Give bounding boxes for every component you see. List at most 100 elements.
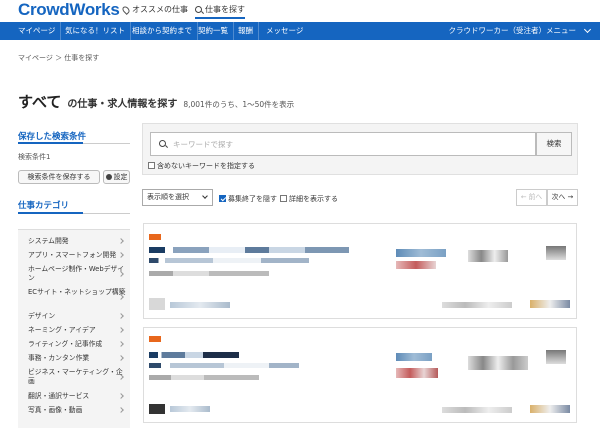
- job-card[interactable]: [143, 327, 577, 423]
- worker-menu[interactable]: クラウドワーカー（受注者）メニュー: [449, 22, 577, 40]
- save-condition-button[interactable]: 検索条件を保存する: [18, 170, 100, 184]
- category-list: システム開発 アプリ・スマートフォン開発 ホームページ制作・Webデザイン EC…: [18, 229, 130, 428]
- find-jobs-link[interactable]: 仕事を探す: [195, 4, 245, 19]
- prev-page-button[interactable]: ← 前へ: [516, 189, 547, 206]
- settings-button[interactable]: 設定: [103, 170, 130, 184]
- show-details-option[interactable]: 詳細を表示する: [280, 194, 338, 204]
- category-item[interactable]: 翻訳・通訳サービス: [28, 392, 126, 401]
- client-avatar-blurred: [149, 298, 165, 310]
- category-label: 写真・画像・動画: [28, 406, 83, 414]
- keyword-search-input[interactable]: [150, 132, 536, 156]
- category-item[interactable]: 事務・カンタン作業: [28, 354, 126, 363]
- category-item[interactable]: ホームページ制作・Webデザイン: [28, 265, 126, 283]
- crowdworks-logo[interactable]: CrowdWorks: [18, 0, 120, 20]
- chevron-right-icon: [118, 355, 124, 361]
- gear-icon: [105, 174, 112, 180]
- nav-mypage[interactable]: マイページ: [13, 22, 62, 40]
- category-item[interactable]: ネーミング・アイデア: [28, 326, 126, 335]
- nav-contracts[interactable]: 契約一覧: [193, 22, 234, 40]
- nav-messages[interactable]: メッセージ: [261, 22, 308, 40]
- settings-label: 設定: [113, 173, 128, 181]
- next-page-button[interactable]: 次へ →: [547, 189, 578, 206]
- chevron-right-icon: [118, 313, 124, 319]
- top-header: CrowdWorks オススメの仕事 仕事を探す: [0, 0, 600, 22]
- saved-conditions-heading: 保存した検索条件: [18, 132, 87, 142]
- job-meta-blurred: [442, 407, 512, 413]
- chevron-right-icon: [118, 252, 124, 258]
- category-item[interactable]: 写真・画像・動画: [28, 406, 126, 415]
- recommended-jobs-label: オススメの仕事: [132, 5, 188, 14]
- category-label: ネーミング・アイデア: [28, 326, 96, 334]
- show-details-checkbox[interactable]: [280, 195, 287, 202]
- hide-closed-label: 募集終了を隠す: [228, 195, 277, 203]
- job-price-blurred: [396, 261, 436, 269]
- exclude-keywords-option[interactable]: 含めないキーワードを指定する: [148, 161, 255, 171]
- category-label: 翻訳・通訳サービス: [28, 392, 90, 400]
- show-details-label: 詳細を表示する: [289, 195, 338, 203]
- breadcrumb: マイページ ＞ 仕事を探す: [18, 54, 100, 62]
- sort-select[interactable]: 表示順を選択: [142, 189, 213, 206]
- category-item[interactable]: ビジネス・マーケティング・企画: [28, 368, 126, 386]
- page-title: すべて の仕事・求人情報を探す 8,001件のうち、1〜50件を表示: [18, 91, 294, 112]
- exclude-keywords-checkbox[interactable]: [148, 162, 155, 169]
- category-label: ライティング・記事作成: [28, 340, 103, 348]
- chevron-down-icon[interactable]: [583, 25, 592, 34]
- result-count: 8,001件のうち、1〜50件を表示: [183, 100, 295, 109]
- job-price-blurred: [396, 368, 438, 378]
- search-icon: [195, 6, 202, 13]
- job-price-blurred: [396, 353, 432, 361]
- chevron-right-icon: [118, 327, 124, 333]
- category-label: ビジネス・マーケティング・企画: [28, 368, 123, 385]
- exclude-keywords-label: 含めないキーワードを指定する: [157, 162, 255, 170]
- job-meta-blurred: [530, 300, 570, 308]
- chevron-right-icon: [118, 238, 124, 244]
- category-label: ECサイト・ネットショップ構築: [28, 288, 126, 296]
- saved-condition-item[interactable]: 検索条件1: [18, 152, 50, 162]
- job-title-blurred: [149, 247, 349, 253]
- sort-select-value: 表示順を選択: [147, 193, 189, 201]
- job-meta-blurred: [149, 271, 269, 276]
- chevron-right-icon: [118, 341, 124, 347]
- job-meta-blurred: [442, 302, 512, 308]
- category-label: アプリ・スマートフォン開発: [28, 251, 117, 259]
- job-info-blurred: [468, 250, 508, 262]
- job-badge: [149, 234, 161, 240]
- client-avatar-blurred: [546, 246, 566, 260]
- chevron-right-icon: [118, 393, 124, 399]
- job-price-blurred: [396, 249, 446, 257]
- nav-consultation[interactable]: 相談から契約まで: [127, 22, 198, 40]
- pin-icon: [121, 4, 131, 15]
- chevron-down-icon: [202, 193, 208, 199]
- search-button[interactable]: 検索: [536, 132, 572, 156]
- page-title-sub: の仕事・求人情報を探す: [67, 99, 178, 110]
- client-avatar-blurred: [546, 350, 566, 364]
- job-meta-blurred: [149, 375, 259, 380]
- nav-favorites[interactable]: 気になる！リスト: [60, 22, 131, 40]
- client-name-blurred: [170, 302, 230, 308]
- category-label: デザイン: [28, 312, 56, 320]
- nav-rewards[interactable]: 報酬: [233, 22, 259, 40]
- category-label: 事務・カンタン作業: [28, 354, 90, 362]
- heading-underline: [18, 212, 83, 214]
- client-name-blurred: [170, 406, 210, 412]
- hide-closed-checkbox[interactable]: [219, 195, 226, 202]
- category-heading: 仕事カテゴリ: [18, 201, 70, 211]
- main-nav: マイページ 気になる！リスト 相談から契約まで 契約一覧 報酬 メッセージ クラ…: [0, 22, 600, 40]
- category-item[interactable]: アプリ・スマートフォン開発: [28, 251, 126, 260]
- page-title-main: すべて: [18, 93, 62, 111]
- category-item[interactable]: ECサイト・ネットショップ構築: [28, 288, 126, 300]
- hide-closed-option[interactable]: 募集終了を隠す: [219, 194, 277, 204]
- job-card[interactable]: [143, 223, 577, 319]
- heading-underline: [18, 142, 83, 144]
- recommended-jobs-link[interactable]: オススメの仕事: [121, 4, 188, 15]
- category-item[interactable]: デザイン: [28, 312, 126, 321]
- category-label: システム開発: [28, 237, 69, 245]
- job-title-blurred: [149, 352, 239, 358]
- category-item[interactable]: ライティング・記事作成: [28, 340, 126, 349]
- category-label: ホームページ制作・Webデザイン: [28, 265, 125, 282]
- chevron-right-icon: [118, 407, 124, 413]
- job-badge: [149, 336, 161, 342]
- category-item[interactable]: システム開発: [28, 237, 126, 246]
- job-title-blurred: [149, 258, 309, 263]
- job-meta-blurred: [530, 405, 570, 413]
